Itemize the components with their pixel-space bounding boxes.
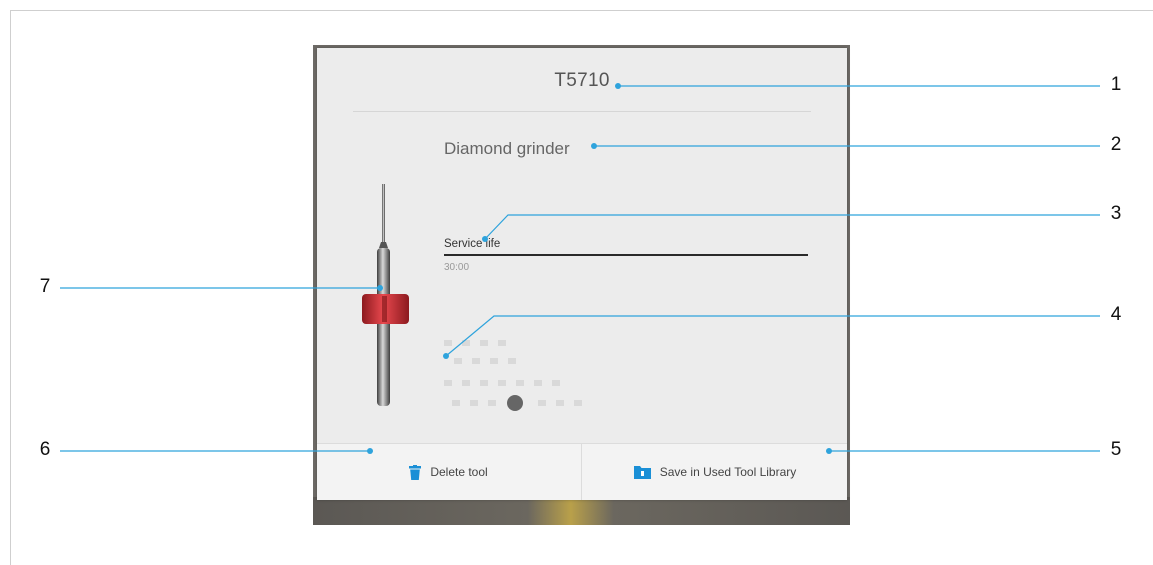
callout-7: 7 — [39, 276, 51, 297]
callout-lines — [60, 83, 1100, 454]
callout-1: 1 — [1110, 74, 1122, 95]
callout-5: 5 — [1110, 439, 1122, 460]
callout-4: 4 — [1110, 304, 1122, 325]
callout-6: 6 — [39, 439, 51, 460]
callout-2: 2 — [1110, 134, 1122, 155]
callout-3: 3 — [1110, 203, 1122, 224]
